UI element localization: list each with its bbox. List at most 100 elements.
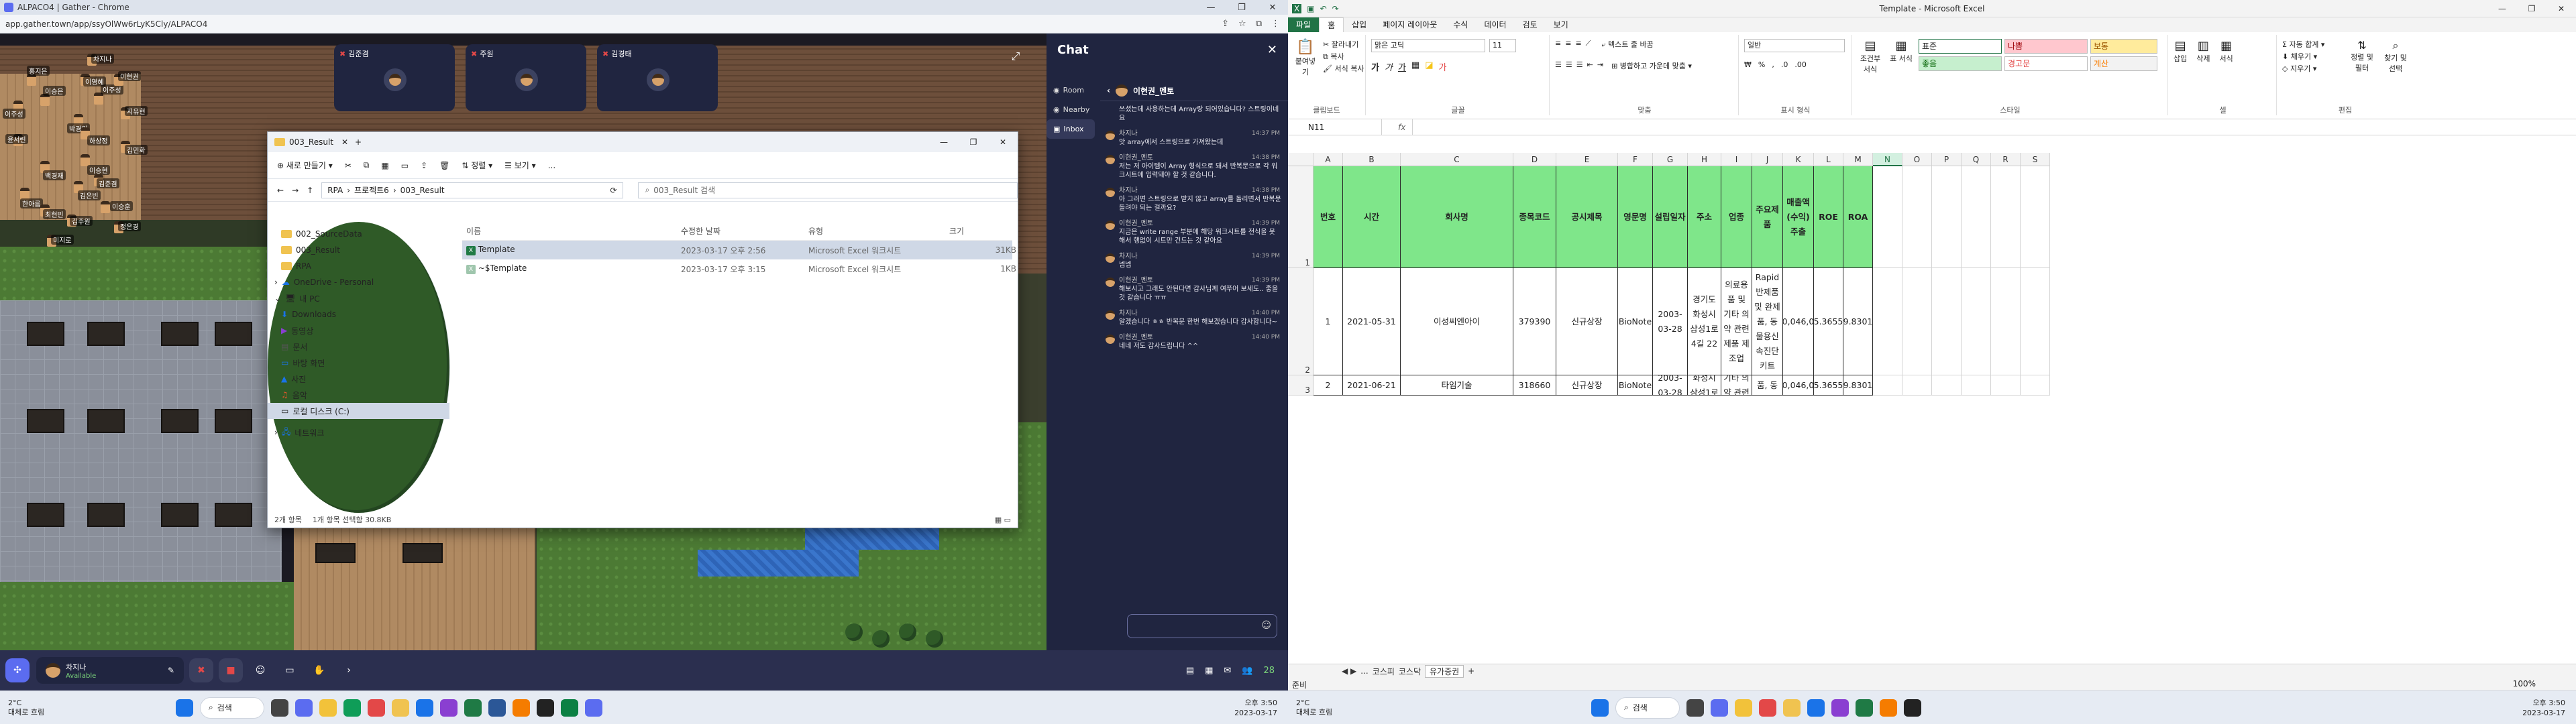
chevron-right-icon[interactable]: ›: [337, 658, 361, 682]
tab-page-layout[interactable]: 페이지 레이아웃: [1375, 17, 1445, 32]
tree-item[interactable]: ⌄ 🖥 내 PC: [268, 290, 449, 306]
taskbar-search[interactable]: ⌕ 검색: [200, 697, 264, 719]
data-cell[interactable]: 379390: [1513, 268, 1556, 375]
search-input[interactable]: ⌕ 003_Result 검색: [637, 182, 1018, 198]
column-header-q[interactable]: Q: [1962, 153, 1991, 166]
column-header-n[interactable]: N: [1873, 153, 1902, 166]
bookmark-star-icon[interactable]: ☆: [1238, 19, 1246, 29]
tab-review[interactable]: 검토: [1515, 17, 1546, 32]
file-explorer-icon[interactable]: [392, 699, 409, 717]
delete-cells-button[interactable]: ▥ 삭제: [2196, 39, 2210, 64]
pencil-icon[interactable]: ✎: [168, 666, 174, 675]
data-cell[interactable]: BioNote: [1618, 268, 1653, 375]
excel-icon[interactable]: [1856, 699, 1873, 717]
tree-item[interactable]: ▭ 로컬 디스크 (C:): [268, 403, 449, 419]
breadcrumb-item[interactable]: RPA: [327, 186, 343, 195]
app-icon[interactable]: [488, 699, 506, 717]
column-header-o[interactable]: O: [1902, 153, 1932, 166]
copy-button[interactable]: ⧉ 복사: [1323, 51, 1364, 63]
column-header-date[interactable]: 수정한 날짜: [681, 225, 808, 237]
file-row[interactable]: X ~$Template 2023-03-17 오후 3:15 Microsof…: [462, 259, 1016, 278]
data-cell[interactable]: 39.83013: [1843, 375, 1873, 396]
fx-icon[interactable]: fx: [1398, 123, 1405, 132]
tab-room[interactable]: ◉ Room: [1046, 80, 1095, 100]
column-header-type[interactable]: 유형: [808, 225, 949, 237]
video-tile[interactable]: ✖ 주원: [466, 44, 586, 111]
video-tile[interactable]: ✖ 김경태: [597, 44, 718, 111]
emoji-icon[interactable]: ☺: [1261, 620, 1271, 631]
redo-icon[interactable]: ↷: [1332, 4, 1339, 13]
header-cell[interactable]: 업종: [1721, 166, 1752, 268]
indent-decrease-icon[interactable]: ⇤: [1587, 60, 1593, 71]
column-header-b[interactable]: B: [1343, 153, 1401, 166]
tab-nearby[interactable]: ◉ Nearby: [1046, 100, 1095, 119]
start-icon[interactable]: [1591, 699, 1609, 717]
align-bottom-icon[interactable]: ≡: [1575, 39, 1581, 50]
data-cell[interactable]: 620,046,067: [1783, 375, 1814, 396]
increase-decimal-icon[interactable]: .0: [1781, 60, 1788, 69]
clear-button[interactable]: ◇ 지우기 ▾: [2282, 63, 2324, 75]
paste-icon[interactable]: ▦: [381, 161, 388, 170]
column-header-f[interactable]: F: [1618, 153, 1653, 166]
style-bad[interactable]: 나쁨: [2004, 39, 2088, 54]
clock[interactable]: 오후 3:50 2023-03-17: [1234, 698, 1277, 718]
kakaotalk-icon[interactable]: [1735, 699, 1752, 717]
address-bar[interactable]: app.gather.town/app/ssyOlWw6rLyK5Cly/ALP…: [0, 15, 1288, 34]
column-header-name[interactable]: 이름: [466, 225, 681, 237]
share-icon[interactable]: ⇪: [421, 161, 427, 170]
tab-file[interactable]: 파일: [1288, 17, 1320, 32]
tree-item[interactable]: ⬇ Downloads: [268, 306, 449, 322]
column-header-k[interactable]: K: [1783, 153, 1814, 166]
orientation-icon[interactable]: ⟋: [1586, 39, 1591, 50]
header-cell[interactable]: 주요제품: [1752, 166, 1783, 268]
tree-item[interactable]: › 🖧 네트워크: [268, 424, 449, 440]
app-icon[interactable]: [537, 699, 554, 717]
close-button[interactable]: ✕: [988, 137, 1018, 147]
header-cell[interactable]: 설립일자: [1653, 166, 1688, 268]
row-header-2[interactable]: 2: [1288, 268, 1313, 375]
breadcrumb[interactable]: RPA › 프로젝트6 › 003_Result ⟳: [321, 182, 623, 198]
new-tab-icon[interactable]: +: [355, 137, 362, 147]
header-cell[interactable]: 번호: [1313, 166, 1343, 268]
delete-icon[interactable]: 🗑: [439, 161, 449, 170]
column-header-m[interactable]: M: [1843, 153, 1873, 166]
column-header-j[interactable]: J: [1752, 153, 1783, 166]
data-cell[interactable]: 2003-03-28: [1653, 268, 1688, 375]
camera-off-icon[interactable]: ■: [219, 658, 243, 682]
name-box[interactable]: N11: [1288, 119, 1382, 135]
column-header-d[interactable]: D: [1513, 153, 1556, 166]
close-button[interactable]: ✕: [1257, 3, 1288, 13]
file-explorer-icon[interactable]: [1783, 699, 1801, 717]
empty-cell[interactable]: [1873, 166, 1902, 268]
column-header-l[interactable]: L: [1814, 153, 1843, 166]
sort-filter-button[interactable]: ⇅ 정렬 및 필터: [2348, 39, 2376, 74]
align-middle-icon[interactable]: ≡: [1565, 39, 1571, 50]
header-cell[interactable]: 매출액(수익) 주출: [1783, 166, 1814, 268]
style-good[interactable]: 좋음: [1919, 56, 2002, 71]
formula-input[interactable]: [1412, 119, 2576, 135]
header-cell[interactable]: ROE: [1814, 166, 1843, 268]
maximize-button[interactable]: ❐: [1226, 3, 1257, 13]
hand-icon[interactable]: ✋: [307, 658, 331, 682]
tree-item[interactable]: RPA: [268, 258, 449, 274]
breadcrumb-item[interactable]: 프로젝트6: [354, 184, 389, 196]
format-cells-button[interactable]: ▦ 서식: [2220, 39, 2233, 64]
cut-icon[interactable]: ✂: [345, 161, 352, 170]
column-header-r[interactable]: R: [1991, 153, 2021, 166]
tree-item[interactable]: ▲ 사진: [268, 371, 449, 387]
app-icon[interactable]: [561, 699, 578, 717]
underline-button[interactable]: 가: [1398, 60, 1406, 73]
empty-cell[interactable]: [1902, 268, 1932, 375]
tab-inbox[interactable]: ▣ Inbox: [1046, 119, 1095, 139]
currency-icon[interactable]: ₩: [1744, 60, 1752, 69]
borders-icon[interactable]: ▦: [1411, 60, 1419, 73]
edge-icon[interactable]: [416, 699, 433, 717]
italic-button[interactable]: 가: [1385, 60, 1393, 73]
minimize-button[interactable]: —: [1195, 3, 1226, 13]
close-icon[interactable]: ✕: [1267, 43, 1277, 57]
emoji-icon[interactable]: ☺: [248, 658, 272, 682]
grid-icon[interactable]: ▦: [1205, 666, 1213, 676]
wrap-text-button[interactable]: ⤶ 텍스트 줄 바꿈: [1601, 39, 1653, 50]
tree-item[interactable]: 002_SourceData: [268, 226, 449, 242]
task-view-icon[interactable]: [1686, 699, 1704, 717]
